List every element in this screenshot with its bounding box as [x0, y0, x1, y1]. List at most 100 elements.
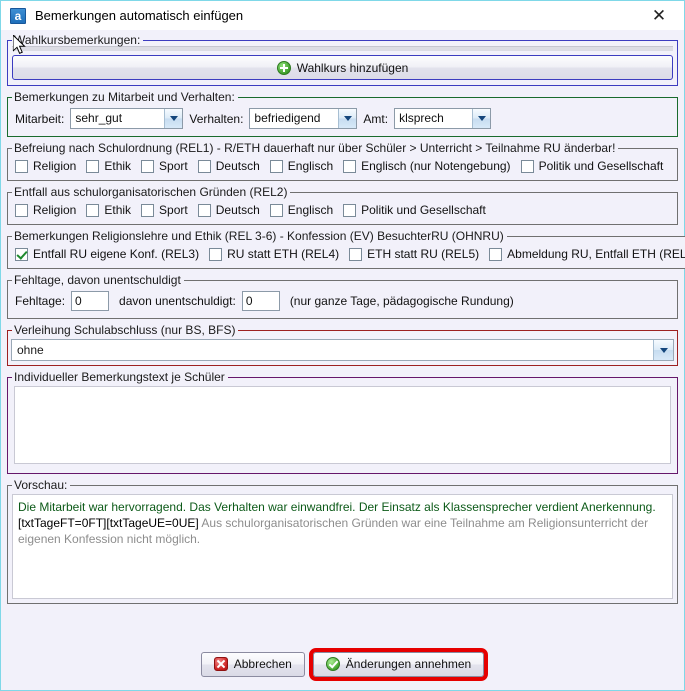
group-fehltage: Fehltage, davon unentschuldigt Fehltage:…	[7, 274, 678, 319]
rel1-checkbox-label-4: Englisch	[287, 159, 334, 173]
rel36-checkbox-label-2: ETH statt RU (REL5)	[367, 247, 480, 261]
rel1-checkbox-2[interactable]: Sport	[141, 159, 188, 173]
checkbox-unchecked-icon[interactable]	[86, 203, 100, 217]
rel36-checkbox-0[interactable]: Entfall RU eigene Konf. (REL3)	[15, 247, 199, 261]
group-individueller-text-legend: Individueller Bemerkungstext je Schüler	[14, 370, 225, 384]
rel2-checkbox-1[interactable]: Ethik	[86, 203, 131, 217]
checkbox-unchecked-icon[interactable]	[343, 159, 357, 173]
checkbox-unchecked-icon[interactable]	[141, 159, 155, 173]
title-bar: a Bemerkungen automatisch einfügen ✕	[1, 1, 684, 30]
checkbox-unchecked-icon[interactable]	[197, 203, 211, 217]
fehltage-hint: (nur ganze Tage, pädagogische Rundung)	[289, 294, 514, 308]
checkbox-unchecked-icon[interactable]	[489, 247, 503, 261]
group-vorschau: Vorschau: Die Mitarbeit war hervorragend…	[7, 479, 678, 604]
rel2-checkbox-label-1: Ethik	[104, 203, 132, 217]
rel2-checkbox-row: Religion Ethik Sport Deutsch Englisch Politik…	[15, 203, 670, 217]
vorschau-token: [txtTageFT=0FT][txtTageUE=0UE]	[18, 516, 199, 530]
fehltage-label: Fehltage:	[15, 294, 66, 308]
accept-changes-button[interactable]: Änderungen annehmen	[308, 647, 489, 681]
checkbox-unchecked-icon[interactable]	[343, 203, 357, 217]
amt-select[interactable]: klsprech	[394, 108, 492, 129]
group-rel36-legend: Bemerkungen Religionslehre und Ethik (RE…	[14, 229, 504, 243]
checkbox-checked-icon[interactable]	[15, 247, 28, 261]
rel36-checkbox-label-1: RU statt ETH (REL4)	[227, 247, 340, 261]
individueller-text-input[interactable]	[14, 386, 671, 464]
accept-changes-button-label: Änderungen annehmen	[345, 657, 472, 671]
rel36-checkbox-2[interactable]: ETH statt RU (REL5)	[349, 247, 479, 261]
rel2-checkbox-label-4: Englisch	[287, 203, 334, 217]
mitarbeit-select-value: sehr_gut	[75, 111, 123, 125]
rel36-checkbox-row: Entfall RU eigene Konf. (REL3) RU statt E…	[15, 247, 685, 261]
checkbox-unchecked-icon[interactable]	[15, 203, 28, 217]
chevron-down-icon	[164, 109, 183, 128]
cancel-button[interactable]: Abbrechen	[200, 651, 305, 677]
fehltage-input[interactable]	[71, 291, 110, 311]
plus-circle-icon	[276, 60, 291, 75]
checkbox-unchecked-icon[interactable]	[197, 159, 211, 173]
rel1-checkbox-label-1: Ethik	[104, 159, 132, 173]
amt-select-value: klsprech	[399, 111, 444, 125]
checkbox-unchecked-icon[interactable]	[520, 159, 534, 173]
unentschuldigt-input[interactable]	[241, 291, 280, 311]
schulabschluss-select-value: ohne	[17, 343, 44, 357]
rel1-checkbox-label-6: Politik und Gesellschaft	[538, 159, 664, 173]
rel36-checkbox-1[interactable]: RU statt ETH (REL4)	[209, 247, 339, 261]
amt-label: Amt:	[363, 111, 389, 126]
checkbox-unchecked-icon[interactable]	[349, 247, 363, 261]
checkbox-unchecked-icon[interactable]	[269, 203, 283, 217]
close-icon[interactable]: ✕	[642, 1, 676, 30]
add-wahlkurs-label: Wahlkurs hinzufügen	[296, 60, 409, 75]
rel2-checkbox-label-3: Deutsch	[215, 203, 260, 217]
verhalten-label: Verhalten:	[189, 111, 244, 126]
fehltage-row: Fehltage: davon unentschuldigt: (nur gan…	[15, 291, 670, 311]
group-mitarbeit-verhalten: Bemerkungen zu Mitarbeit und Verhalten: …	[7, 91, 678, 137]
rel1-checkbox-5[interactable]: Englisch (nur Notengebung)	[343, 159, 511, 173]
group-vorschau-legend: Vorschau:	[14, 478, 68, 492]
verhalten-select[interactable]: befriedigend	[249, 108, 358, 129]
group-fehltage-legend: Fehltage, davon unentschuldigt	[14, 273, 181, 287]
rel1-checkbox-row: Religion Ethik Sport Deutsch Englisch Englisc…	[15, 159, 670, 173]
rel2-checkbox-3[interactable]: Deutsch	[197, 203, 260, 217]
checkbox-unchecked-icon[interactable]	[86, 159, 100, 173]
group-individueller-text: Individueller Bemerkungstext je Schüler	[7, 371, 678, 474]
group-mitarbeit-verhalten-legend: Bemerkungen zu Mitarbeit und Verhalten:	[14, 90, 235, 104]
rel1-checkbox-4[interactable]: Englisch	[269, 159, 334, 173]
mitarbeit-label: Mitarbeit:	[15, 111, 65, 126]
vorschau-line-green: Die Mitarbeit war hervorragend. Das Verh…	[18, 500, 656, 514]
verhalten-select-value: befriedigend	[254, 111, 321, 125]
group-schulabschluss: Verleihung Schulabschluss (nur BS, BFS) …	[7, 324, 678, 366]
group-rel1: Befreiung nach Schulordnung (REL1) - R/E…	[7, 142, 678, 181]
rel1-checkbox-label-3: Deutsch	[215, 159, 260, 173]
mitarbeit-select[interactable]: sehr_gut	[70, 108, 184, 129]
rel36-checkbox-label-3: Abmeldung RU, Entfall ETH (REL6)	[507, 247, 685, 261]
check-circle-icon	[325, 657, 340, 671]
rel2-checkbox-2[interactable]: Sport	[141, 203, 188, 217]
rel2-checkbox-4[interactable]: Englisch	[269, 203, 334, 217]
checkbox-unchecked-icon[interactable]	[269, 159, 283, 173]
checkbox-unchecked-icon[interactable]	[209, 247, 223, 261]
schulabschluss-select[interactable]: ohne	[11, 339, 674, 361]
checkbox-unchecked-icon[interactable]	[15, 159, 28, 173]
rel1-checkbox-6[interactable]: Politik und Gesellschaft	[520, 159, 664, 173]
rel2-checkbox-0[interactable]: Religion	[15, 203, 76, 217]
group-rel36: Bemerkungen Religionslehre und Ethik (RE…	[7, 230, 685, 269]
checkbox-unchecked-icon[interactable]	[141, 203, 155, 217]
dialog-footer: Abbrechen Änderungen annehmen	[1, 638, 684, 690]
rel1-checkbox-0[interactable]: Religion	[15, 159, 76, 173]
rel1-checkbox-1[interactable]: Ethik	[86, 159, 131, 173]
chevron-down-icon	[338, 109, 357, 128]
rel2-checkbox-label-2: Sport	[159, 203, 188, 217]
rel2-checkbox-label-5: Politik und Gesellschaft	[361, 203, 486, 217]
unentschuldigt-label: davon unentschuldigt:	[119, 294, 236, 308]
rel2-checkbox-5[interactable]: Politik und Gesellschaft	[343, 203, 486, 217]
rel36-checkbox-3[interactable]: Abmeldung RU, Entfall ETH (REL6)	[489, 247, 685, 261]
chevron-down-icon	[653, 340, 673, 360]
rel1-checkbox-3[interactable]: Deutsch	[197, 159, 260, 173]
group-rel2-legend: Entfall aus schulorganisatorischen Gründ…	[14, 185, 288, 199]
add-wahlkurs-button[interactable]: Wahlkurs hinzufügen	[12, 55, 673, 80]
rel2-checkbox-label-0: Religion	[33, 203, 77, 217]
rel36-checkbox-label-0: Entfall RU eigene Konf. (REL3)	[33, 247, 200, 261]
app-letter-a-icon: a	[10, 7, 26, 24]
group-rel2: Entfall aus schulorganisatorischen Gründ…	[7, 186, 678, 225]
chevron-down-icon	[472, 109, 491, 128]
